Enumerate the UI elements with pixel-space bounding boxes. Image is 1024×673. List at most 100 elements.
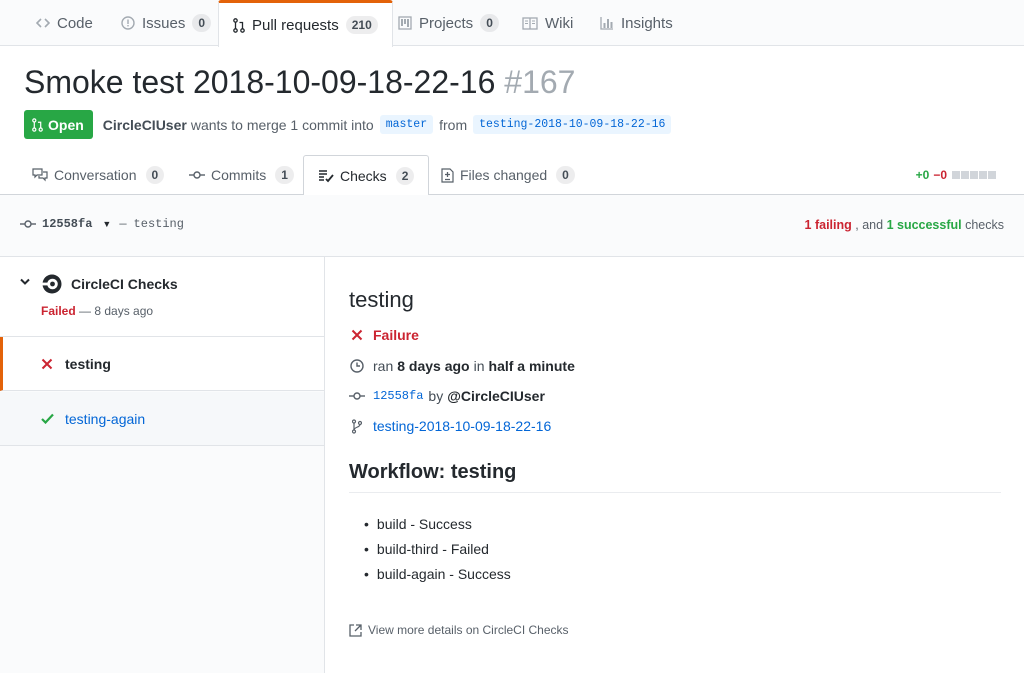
check-detail: testing Failure ran 8 days ago in half a…: [326, 257, 1024, 673]
ran-when: 8 days ago: [397, 358, 470, 374]
diffstat-block: [961, 171, 969, 179]
check-run-testing[interactable]: testing: [0, 337, 324, 391]
tab-label: Conversation: [54, 167, 137, 183]
by-text: by: [428, 388, 444, 404]
caret-down-icon[interactable]: ▼: [102, 219, 111, 229]
tab-checks[interactable]: Checks 2: [303, 155, 430, 196]
repo-tab-label: Wiki: [545, 14, 574, 32]
comment-discussion-icon: [32, 168, 48, 182]
counter-badge: 0: [145, 166, 165, 184]
tab-label: Commits: [211, 167, 267, 183]
diffstat-block: [970, 171, 978, 179]
x-icon: [349, 329, 365, 341]
commit-sha-link[interactable]: 12558fa: [373, 389, 423, 403]
branch-link[interactable]: testing-2018-10-09-18-22-16: [373, 418, 551, 434]
check-conclusion: Failure: [349, 327, 419, 343]
check-suite[interactable]: CircleCI Checks Failed — 8 days ago: [0, 257, 324, 337]
git-pull-request-icon: [32, 117, 43, 132]
tab-files-changed[interactable]: Files changed 0: [441, 155, 575, 195]
git-branch-icon: [349, 418, 365, 434]
user-link[interactable]: @CircleCIUser: [447, 388, 545, 404]
counter-badge: 1: [275, 166, 294, 184]
check-timing: ran 8 days ago in half a minute: [349, 358, 579, 374]
git-pull-request-icon: [233, 17, 245, 33]
from-text: from: [439, 116, 468, 133]
pr-state-label: Open: [48, 116, 84, 133]
repo-tab-issues[interactable]: Issues 0: [121, 0, 212, 46]
summary-middle: , and: [855, 218, 884, 232]
check-run-title: testing: [349, 287, 414, 312]
book-icon: [522, 16, 538, 30]
diffstat-block: [988, 171, 996, 179]
check-commit: 12558fa by @CircleCIUser: [349, 388, 549, 404]
git-commit-icon: [20, 219, 36, 229]
ran-prefix: ran: [373, 358, 394, 374]
merge-text: wants to merge 1 commit into: [190, 116, 374, 133]
check-branch: testing-2018-10-09-18-22-16: [349, 418, 551, 434]
view-more-label: View more details on CircleCI Checks: [368, 623, 569, 637]
repo-tab-projects[interactable]: Projects 0: [398, 0, 499, 46]
failing-count: 1 failing: [804, 218, 852, 232]
list-item: build-again - Success: [364, 561, 511, 586]
git-commit-icon: [349, 391, 365, 401]
commit-message: testing: [133, 217, 184, 231]
counter-badge: 2: [395, 166, 415, 185]
counter-badge: 210: [345, 16, 378, 34]
pr-meta: Open CircleCIUser wants to merge 1 commi…: [24, 110, 677, 139]
check-run-testing-again[interactable]: testing-again: [0, 392, 324, 446]
circleci-logo-icon: [42, 274, 62, 299]
suite-status-label: Failed: [41, 304, 76, 318]
pr-author-link[interactable]: CircleCIUser: [103, 117, 187, 133]
base-branch[interactable]: master: [379, 115, 434, 134]
git-commit-icon: [189, 170, 205, 180]
head-branch[interactable]: testing-2018-10-09-18-22-16: [473, 115, 672, 134]
repo-tab-label: Projects: [419, 14, 474, 32]
repo-nav: Code Issues 0 Pull requests 210 Projects…: [0, 0, 1024, 47]
repo-tab-insights[interactable]: Insights: [600, 0, 673, 46]
x-icon: [39, 358, 55, 370]
counter-badge: 0: [556, 166, 575, 184]
checklist-icon: [318, 169, 334, 183]
list-item: build - Success: [364, 511, 511, 536]
diffstat-added: +0: [915, 168, 930, 182]
commit-selector[interactable]: 12558fa ▼ — testing: [20, 217, 184, 231]
repo-tab-pull-requests[interactable]: Pull requests 210: [218, 0, 393, 47]
pr-number: #167: [504, 64, 576, 100]
view-more-link[interactable]: View more details on CircleCI Checks: [349, 623, 569, 637]
diffstat-block: [952, 171, 960, 179]
conclusion-label: Failure: [373, 327, 419, 343]
tab-commits[interactable]: Commits 1: [189, 155, 294, 195]
success-count: 1 successful: [886, 218, 962, 232]
repo-tab-code[interactable]: Code: [36, 0, 93, 46]
pr-title-text: Smoke test 2018-10-09-18-22-16: [24, 64, 496, 100]
counter-badge: 0: [480, 14, 499, 32]
ran-duration: half a minute: [488, 358, 575, 374]
commit-sha: 12558fa: [42, 217, 93, 231]
repo-tab-label: Code: [57, 14, 93, 32]
suite-name: CircleCI Checks: [71, 276, 178, 292]
job-list: build - Success build-third - Failed bui…: [364, 511, 511, 586]
checks-sidebar: CircleCI Checks Failed — 8 days ago test…: [0, 257, 325, 673]
project-icon: [398, 16, 412, 30]
checks-summary: 1 failing , and 1 successful checks: [805, 218, 1004, 232]
tab-label: Checks: [340, 167, 387, 184]
diffstat: +0 −0: [916, 168, 996, 182]
check-run-label: testing: [65, 355, 111, 372]
repo-tab-wiki[interactable]: Wiki: [522, 0, 573, 46]
workflow-heading: Workflow: testing: [349, 461, 1001, 493]
tab-label: Files changed: [460, 167, 548, 183]
check-icon: [39, 413, 55, 424]
repo-tab-label: Insights: [621, 14, 673, 32]
clock-icon: [349, 359, 365, 373]
pr-tabs: Conversation 0 Commits 1 Checks 2 Files …: [0, 155, 1024, 196]
check-run-label: testing-again: [65, 410, 146, 427]
repo-tab-label: Issues: [142, 14, 186, 32]
repo-tab-label: Pull requests: [252, 16, 339, 34]
pr-state-badge: Open: [24, 110, 93, 139]
graph-icon: [600, 16, 614, 30]
tab-conversation[interactable]: Conversation 0: [32, 155, 165, 195]
diff-icon: [441, 167, 454, 183]
code-icon: [36, 16, 50, 30]
ran-in: in: [473, 358, 485, 374]
chevron-down-icon[interactable]: [20, 277, 30, 289]
